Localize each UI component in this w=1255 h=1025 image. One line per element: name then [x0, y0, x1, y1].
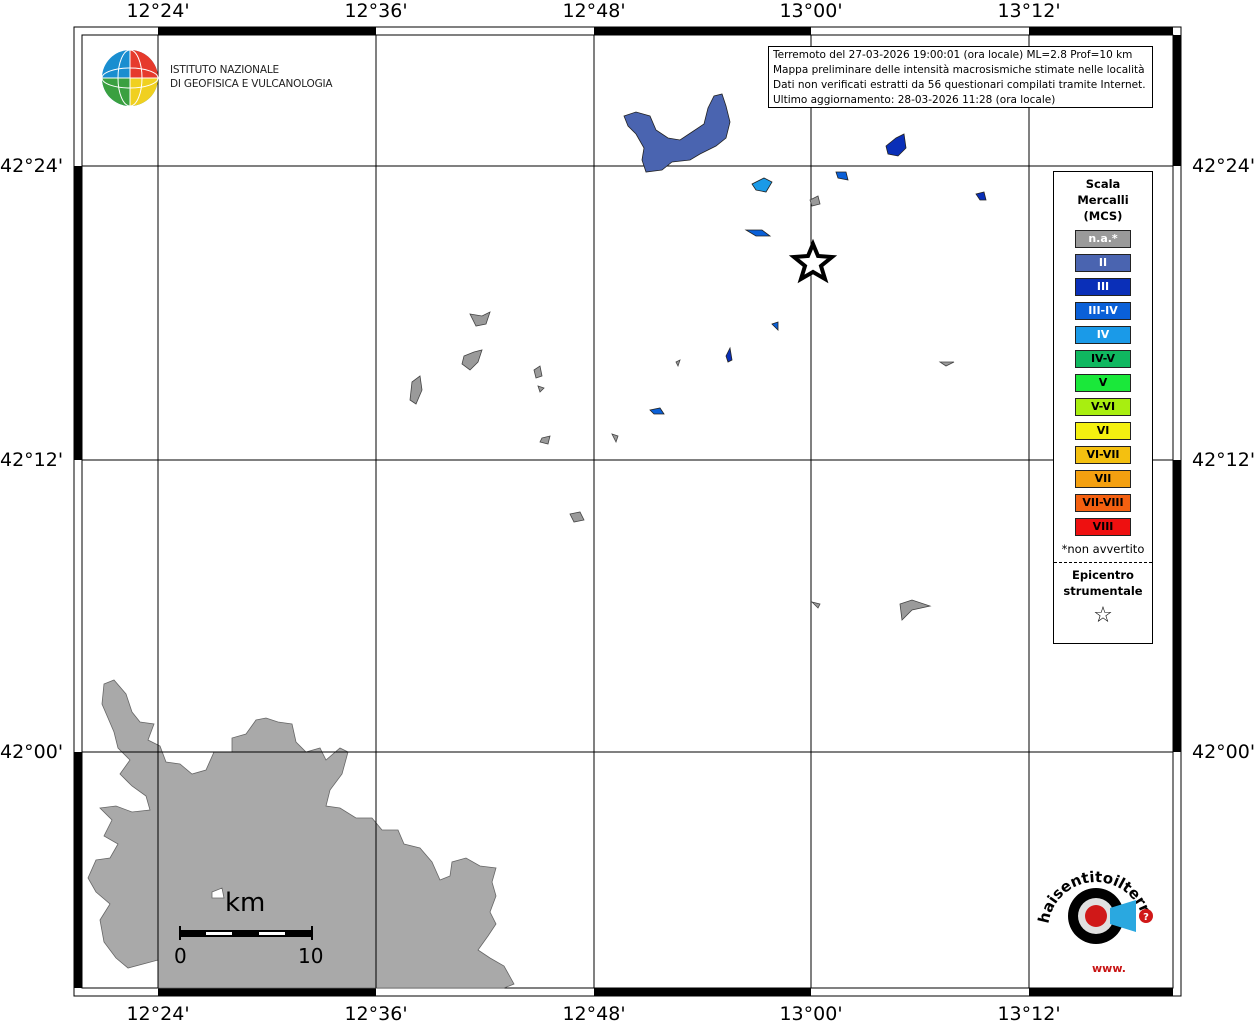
legend-item: III — [1075, 278, 1131, 296]
intensity-legend: Scala Mercalli (MCS) n.a.* II III III-IV IV I… — [1053, 171, 1153, 644]
legend-separator — [1054, 562, 1152, 563]
legend-item: VI — [1075, 422, 1131, 440]
ingv-globe-icon — [101, 49, 159, 107]
legend-epicenter-line2: strumentale — [1063, 584, 1143, 598]
ingv-logo-text: ISTITUTO NAZIONALE DI GEOFISICA E VULCAN… — [170, 63, 333, 91]
legend-epicenter-label: Epicentro strumentale — [1054, 567, 1152, 599]
scale-bar-max: 10 — [298, 944, 324, 968]
legend-item: VII — [1075, 470, 1131, 488]
legend-item: IV — [1075, 326, 1131, 344]
lon-label-bottom-1: 12°24' — [126, 1003, 190, 1025]
legend-item: V — [1075, 374, 1131, 392]
lat-label-right-2: 42°12' — [1192, 449, 1255, 471]
lat-label-left-3: 42°00' — [0, 741, 64, 763]
help-glyph: ? — [1143, 912, 1149, 923]
haisentito-logo-url: www. — [1092, 962, 1126, 975]
lon-label-top-5: 13°12' — [997, 0, 1061, 22]
legend-item: II — [1075, 254, 1131, 272]
lon-label-bottom-5: 13°12' — [997, 1003, 1061, 1025]
legend-not-felt-note: *non avvertito — [1061, 542, 1145, 556]
legend-title-line3: (MCS) — [1083, 209, 1123, 223]
legend-item: n.a.* — [1075, 230, 1131, 248]
lat-label-right-3: 42°00' — [1192, 741, 1255, 763]
ingv-logo-line1: ISTITUTO NAZIONALE — [170, 64, 279, 76]
legend-item: VI-VII — [1075, 446, 1131, 464]
legend-item: III-IV — [1075, 302, 1131, 320]
info-line-4: Ultimo aggiornamento: 28-03-2026 11:28 (… — [773, 94, 1056, 106]
legend-title-line1: Scala — [1085, 177, 1121, 191]
legend-epicenter-line1: Epicentro — [1072, 568, 1134, 582]
legend-title: Scala Mercalli (MCS) — [1054, 176, 1152, 224]
lon-label-bottom-4: 13°00' — [779, 1003, 843, 1025]
info-line-2: Mappa preliminare delle intensità macros… — [773, 64, 1145, 76]
info-line-3: Dati non verificati estratti da 56 quest… — [773, 79, 1146, 91]
ingv-logo-line2: DI GEOFISICA E VULCANOLOGIA — [170, 78, 333, 90]
lat-label-right-1: 42°24' — [1192, 155, 1255, 177]
lat-label-left-1: 42°24' — [0, 155, 64, 177]
legend-item: VIII — [1075, 518, 1131, 536]
lon-label-bottom-3: 12°48' — [562, 1003, 626, 1025]
legend-items: n.a.* II III III-IV IV IV-V V V-VI VI VI-VII VII VI… — [1054, 230, 1152, 536]
lon-label-top-3: 12°48' — [562, 0, 626, 22]
lat-label-left-2: 42°12' — [0, 449, 64, 471]
legend-item: IV-V — [1075, 350, 1131, 368]
info-line-1: Terremoto del 27-03-2026 19:00:01 (ora l… — [773, 49, 1133, 61]
haisentito-logo: haisentitoilterremoto.it www. ? — [1030, 860, 1157, 975]
target-center-icon — [1085, 905, 1107, 927]
legend-star-icon: ☆ — [1093, 603, 1113, 628]
lon-label-bottom-2: 12°36' — [344, 1003, 408, 1025]
legend-item: V-VI — [1075, 398, 1131, 416]
lon-label-top-2: 12°36' — [344, 0, 408, 22]
legend-item: VII-VIII — [1075, 494, 1131, 512]
legend-title-line2: Mercalli — [1077, 193, 1129, 207]
lon-label-top-1: 12°24' — [126, 0, 190, 22]
earthquake-info-box: Terremoto del 27-03-2026 19:00:01 (ora l… — [768, 46, 1153, 108]
scale-bar-min: 0 — [174, 944, 187, 968]
lon-label-top-4: 13°00' — [779, 0, 843, 22]
scale-bar-unit: km — [225, 888, 266, 918]
